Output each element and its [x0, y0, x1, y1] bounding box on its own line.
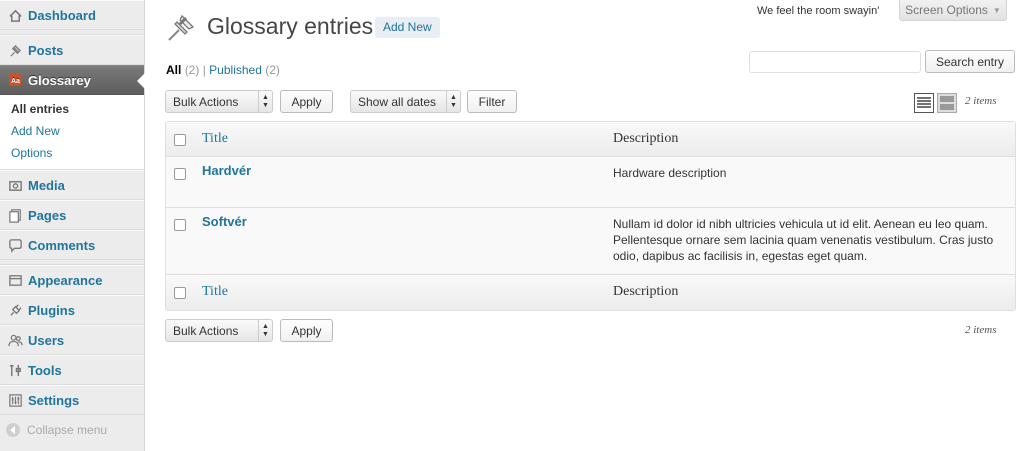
bulk-actions-value: Bulk Actions	[173, 94, 239, 109]
sidebar-item-users[interactable]: Users	[0, 325, 144, 355]
submenu-options[interactable]: Options	[0, 142, 144, 164]
page-title: Glossary entries	[207, 13, 374, 39]
filter-button[interactable]: Filter	[467, 90, 517, 113]
tools-icon	[6, 361, 24, 379]
table-footer: Title Description	[166, 275, 1015, 310]
entry-title-link[interactable]: Softvér	[202, 214, 247, 229]
chevron-down-icon: ▼	[992, 5, 1001, 15]
column-title-footer[interactable]: Title	[202, 284, 228, 300]
bulk-actions-select-bottom[interactable]: Bulk Actions ▲ ▼	[165, 319, 273, 342]
entry-description: Nullam id dolor id nibh ultricies vehicu…	[613, 217, 994, 263]
view-published-link[interactable]: Published	[209, 63, 262, 77]
sidebar-item-label: Appearance	[28, 272, 103, 288]
pushpin-icon	[165, 10, 199, 47]
bulk-actions-select[interactable]: Bulk Actions ▲ ▼	[165, 90, 273, 113]
sidebar-item-label: Pages	[28, 207, 67, 223]
collapse-label: Collapse menu	[27, 423, 108, 437]
sidebar-item-comments[interactable]: Comments	[0, 230, 144, 260]
sidebar-item-appearance[interactable]: Appearance	[0, 265, 144, 295]
plugin-icon	[6, 301, 24, 319]
table-header: Title Description	[166, 122, 1015, 157]
media-icon	[6, 176, 24, 194]
table-row: Softvér Nullam id dolor id nibh ultricie…	[166, 208, 1015, 275]
sidebar-item-label: Comments	[28, 237, 96, 253]
select-arrows-icon: ▲ ▼	[258, 320, 272, 341]
table-row: Hardvér Hardware description	[166, 157, 1015, 208]
sidebar-item-glossarey[interactable]: Aa Glossarey	[0, 65, 145, 95]
select-arrows-icon: ▲ ▼	[258, 91, 272, 112]
entries-table: Title Description Hardvér Hardware descr…	[165, 121, 1016, 311]
glossarey-submenu: All entries Add New Options	[0, 95, 144, 170]
sidebar-item-label: Media	[28, 177, 65, 193]
screen-options-button[interactable]: Screen Options ▼	[899, 0, 1007, 21]
view-published-count: (2)	[265, 63, 280, 77]
entry-description: Hardware description	[613, 166, 727, 180]
row-checkbox[interactable]	[174, 168, 186, 180]
submenu-all-entries[interactable]: All entries	[0, 98, 144, 120]
status-views: All (2) | Published (2)	[166, 63, 280, 77]
comment-icon	[6, 236, 24, 254]
admin-sidebar: Dashboard Posts Aa Glossarey All entries…	[0, 0, 145, 451]
date-filter-select[interactable]: Show all dates ▲ ▼	[350, 90, 461, 113]
sidebar-item-media[interactable]: Media	[0, 170, 144, 200]
items-count-bottom: 2 items	[965, 324, 997, 336]
sidebar-item-plugins[interactable]: Plugins	[0, 295, 144, 325]
sidebar-item-label: Plugins	[28, 302, 75, 318]
sidebar-item-label: Users	[28, 332, 65, 348]
collapse-arrow-icon	[6, 423, 20, 437]
search-input[interactable]	[749, 51, 921, 73]
column-description-header: Description	[613, 131, 679, 146]
bulk-actions-value: Bulk Actions	[173, 323, 239, 338]
column-description-footer: Description	[613, 284, 679, 299]
appearance-icon	[6, 271, 24, 289]
row-checkbox[interactable]	[174, 219, 186, 231]
dashboard-icon	[6, 6, 24, 24]
sidebar-item-label: Dashboard	[28, 7, 96, 23]
settings-icon	[6, 391, 24, 409]
select-all-checkbox[interactable]	[174, 287, 186, 299]
sidebar-item-label: Tools	[28, 362, 62, 378]
apply-button-bottom[interactable]: Apply	[280, 319, 333, 342]
list-view-icon[interactable]	[914, 93, 934, 113]
column-title-header[interactable]: Title	[202, 131, 228, 147]
items-count: 2 items	[965, 95, 997, 107]
site-tagline: We feel the room swayin'	[757, 5, 880, 17]
entry-title-link[interactable]: Hardvér	[202, 163, 251, 178]
apply-button[interactable]: Apply	[280, 90, 333, 113]
add-new-button[interactable]: Add New	[375, 17, 440, 38]
sidebar-item-label: Settings	[28, 392, 80, 408]
sidebar-item-label: Glossarey	[28, 72, 91, 88]
submenu-add-new[interactable]: Add New	[0, 120, 144, 142]
sidebar-item-pages[interactable]: Pages	[0, 200, 144, 230]
sidebar-item-tools[interactable]: Tools	[0, 355, 144, 385]
select-arrows-icon: ▲ ▼	[446, 91, 460, 112]
glossary-icon: Aa	[6, 71, 24, 89]
sidebar-item-dashboard[interactable]: Dashboard	[0, 0, 144, 30]
sidebar-item-posts[interactable]: Posts	[0, 35, 144, 65]
search-entry-button[interactable]: Search entry	[925, 50, 1015, 73]
sidebar-item-label: Posts	[28, 42, 64, 58]
excerpt-view-icon[interactable]	[937, 93, 957, 113]
pages-icon	[6, 206, 24, 224]
pushpin-icon	[6, 41, 24, 59]
view-separator: |	[202, 63, 206, 77]
collapse-menu-button[interactable]: Collapse menu	[0, 415, 144, 445]
view-all-count: (2)	[184, 63, 200, 77]
sidebar-item-settings[interactable]: Settings	[0, 385, 144, 415]
view-all-link[interactable]: All	[166, 63, 181, 77]
date-filter-value: Show all dates	[358, 94, 437, 109]
users-icon	[6, 331, 24, 349]
svg-text:Aa: Aa	[11, 78, 20, 85]
screen-options-label: Screen Options	[905, 3, 988, 17]
select-all-checkbox[interactable]	[174, 134, 186, 146]
